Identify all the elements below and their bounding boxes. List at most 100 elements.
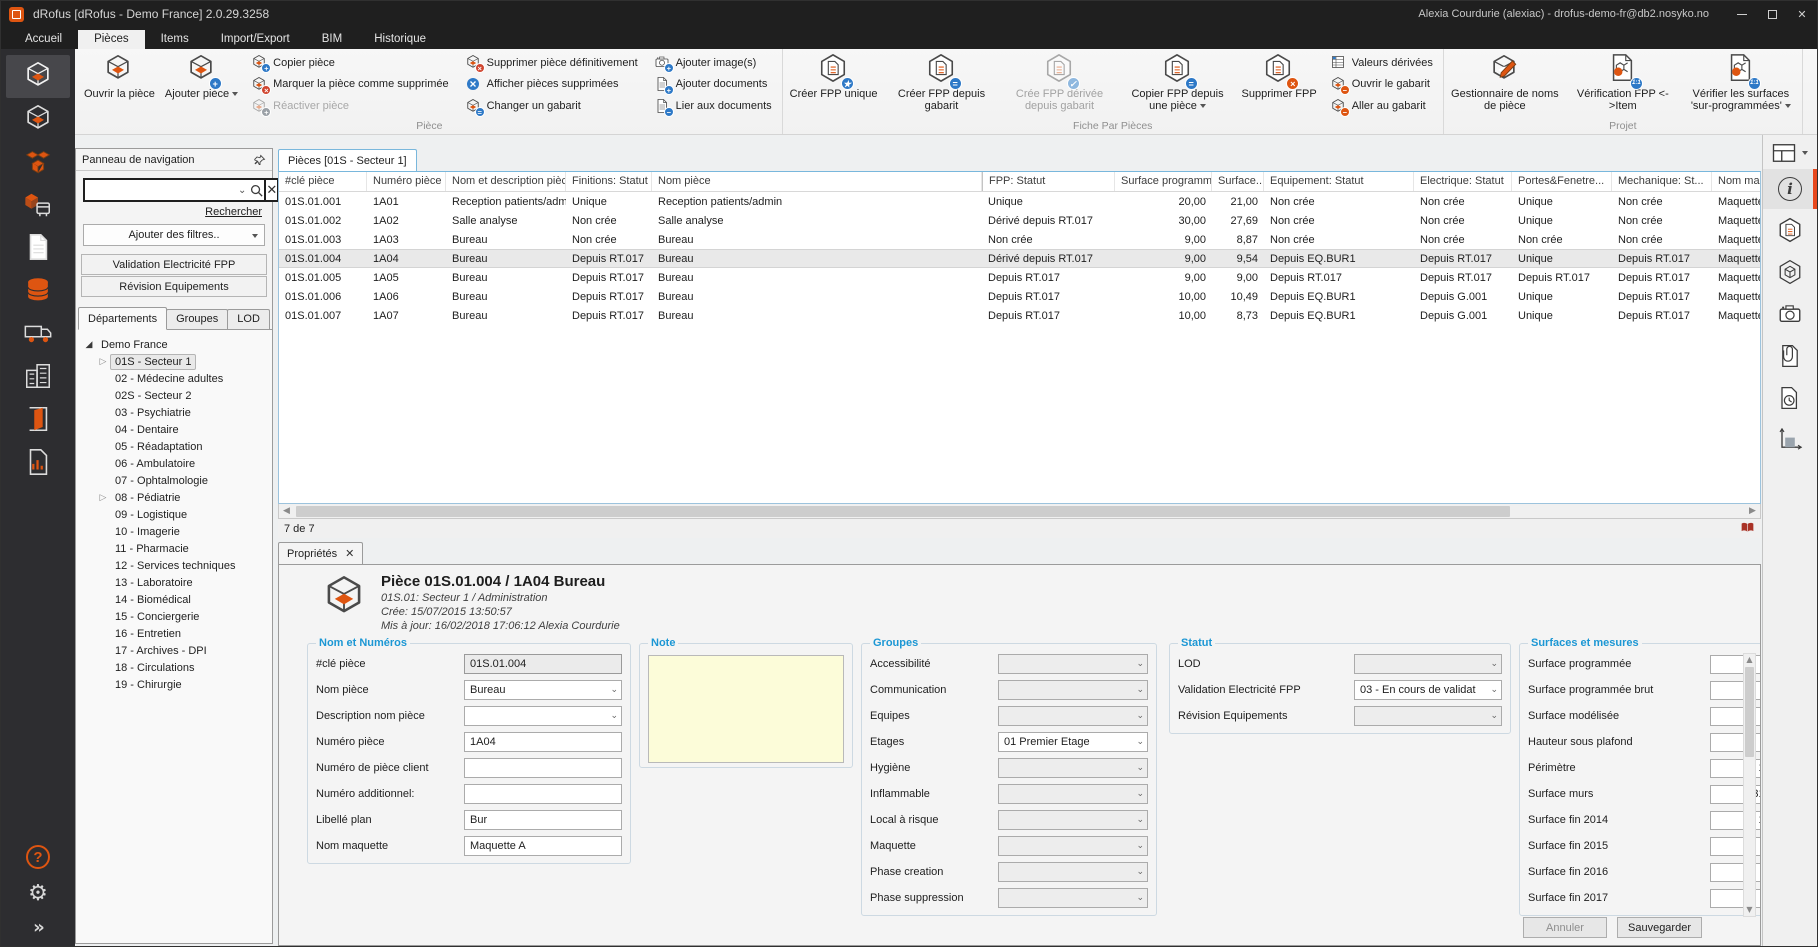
right-panel-attachments[interactable] [1763,337,1817,377]
tree-item-13-laboratoire[interactable]: 13 - Laboratoire [82,574,272,591]
column-header-cl-pi-ce[interactable]: #clé pièce [279,172,367,191]
tree-item-03-psychiatrie[interactable]: 03 - Psychiatrie [82,404,272,421]
tree-item-05-r-adaptation[interactable]: 05 - Réadaptation [82,438,272,455]
tree-item-01s-secteur-1[interactable]: ▷01S - Secteur 1 [82,353,272,370]
search-box[interactable]: ⌄ [83,178,266,202]
tree-item-07-ophtalmologie[interactable]: 07 - Ophtalmologie [82,472,272,489]
search-icon[interactable] [249,183,264,198]
table-row[interactable]: 01S.01.0061A06BureauDepuis RT.017BureauD… [279,287,1760,306]
table-row[interactable]: 01S.01.0021A02Salle analyseNon créeSalle… [279,211,1760,230]
pin-icon[interactable] [254,154,266,166]
supprimer-fpp-button[interactable]: ×Supprimer FPP [1237,50,1322,119]
column-header-num-ro-pi-ce[interactable]: Numéro pièce [367,172,446,191]
tree-item-09-logistique[interactable]: 09 - Logistique [82,506,272,523]
field-combobox[interactable]: 03 - En cours de validat⌄ [1354,680,1502,700]
sidebar-item-rooms[interactable] [6,55,70,98]
close-properties-icon[interactable]: ✕ [345,547,354,560]
sidebar-item-documents[interactable] [6,227,70,270]
tree-item-12-services-techniques[interactable]: 12 - Services techniques [82,557,272,574]
menu-pi-ces[interactable]: Pièces [78,30,145,49]
nav-tab-groupes[interactable]: Groupes [166,309,228,329]
field-combobox[interactable]: ⌄ [998,888,1148,908]
table-row[interactable]: 01S.01.0071A07BureauDepuis RT.017BureauD… [279,306,1760,325]
field-input[interactable] [464,758,622,778]
panel-layout-button[interactable] [1772,139,1808,167]
right-panel-measures[interactable] [1763,421,1817,461]
column-header-portes-fenetre[interactable]: Portes&Fenetre... [1512,172,1612,191]
menu-bim[interactable]: BIM [306,30,358,49]
field-combobox[interactable]: ⌄ [1354,654,1502,674]
tree-item-16-entretien[interactable]: 16 - Entretien [82,625,272,642]
column-header-mechanique-st[interactable]: Mechanique: St... [1612,172,1712,191]
table-row[interactable]: 01S.01.0051A05BureauDepuis RT.017BureauD… [279,268,1760,287]
column-header-finitions-statut[interactable]: Finitions: Statut [566,172,652,191]
valeurs-d-riv-es-button[interactable]: Valeurs dérivées [1325,53,1438,73]
scrollbar-thumb[interactable] [1745,667,1754,757]
table-row[interactable]: 01S.01.0031A03BureauNon créeBureauNon cr… [279,230,1760,249]
table-horizontal-scrollbar[interactable]: ◀ ▶ [278,504,1761,519]
cr-e-fpp-d-riv-e-depuis-gabarit-button[interactable]: ✓Crée FPP dérivée depuis gabarit [1001,50,1119,119]
tree-item-02-m-decine-adultes[interactable]: 02 - Médecine adultes [82,370,272,387]
ajouter-documents-button[interactable]: +Ajouter documents [649,74,777,94]
maximize-button[interactable] [1757,2,1787,26]
copier-fpp-depuis-une-pi-ce-button[interactable]: =Copier FPP depuis une pièce [1119,50,1237,119]
sidebar-item-doors[interactable] [6,399,70,442]
ouvrir-la-pi-ce-button[interactable]: Ouvrir la pièce [79,50,160,119]
search-input[interactable] [85,181,235,199]
r-activer-pi-ce-button[interactable]: +Réactiver pièce [246,96,453,116]
column-header-surface-programm-e[interactable]: Surface programmée [1115,172,1212,191]
field-combobox[interactable]: ⌄ [464,706,622,726]
close-button[interactable]: ✕ [1787,2,1817,26]
tree-item-15-conciergerie[interactable]: 15 - Conciergerie [82,608,272,625]
tree-item-14-biom-dical[interactable]: 14 - Biomédical [82,591,272,608]
sidebar-item-room-templates[interactable] [6,98,70,141]
tree-root[interactable]: ◢Demo France [82,336,272,353]
field-combobox[interactable]: ⌄ [998,758,1148,778]
sidebar-item-equipment[interactable] [6,184,70,227]
expand-chevrons-icon[interactable]: » [33,917,43,938]
properties-scrollbar[interactable]: ▲ ▼ [1743,653,1756,917]
changer-un-gabarit-button[interactable]: =Changer un gabarit [460,96,643,116]
field-input[interactable]: 1A04 [464,732,622,752]
field-combobox[interactable]: 01 Premier Etage⌄ [998,732,1148,752]
sidebar-item-database[interactable] [6,270,70,313]
scroll-down-icon[interactable]: ▼ [1746,904,1752,916]
field-input[interactable] [464,784,622,804]
field-combobox[interactable]: ⌄ [998,836,1148,856]
field-combobox[interactable]: ⌄ [998,706,1148,726]
tab-proprietes[interactable]: Propriétés ✕ [278,542,363,564]
field-input[interactable]: Maquette A [464,836,622,856]
tree-item-08-p-diatrie[interactable]: ▷08 - Pédiatrie [82,489,272,506]
field-combobox[interactable]: Bureau⌄ [464,680,622,700]
cr-er-fpp-depuis-gabarit-button[interactable]: =Créer FPP depuis gabarit [883,50,1001,119]
nav-tab-d-partements[interactable]: Départements [78,307,167,330]
scroll-right-icon[interactable]: ▶ [1745,506,1760,516]
aller-au-gabarit-button[interactable]: −Aller au gabarit [1325,96,1438,116]
v-rifier-les-surfaces-sur-programm-es-button[interactable]: 1:1Vérifier les surfaces 'sur-programmée… [1682,50,1800,119]
gestionnaire-de-noms-de-pi-ce-button[interactable]: Gestionnaire de noms de pièce [1446,50,1564,119]
scroll-left-icon[interactable]: ◀ [279,506,294,516]
sidebar-item-buildings[interactable] [6,356,70,399]
tree-item-02s-secteur-2[interactable]: 02S - Secteur 2 [82,387,272,404]
column-header-electrique-statut[interactable]: Electrique: Statut [1414,172,1512,191]
column-header-surface[interactable]: Surface... [1212,172,1264,191]
minimize-button[interactable] [1727,2,1757,26]
tree-item-11-pharmacie[interactable]: 11 - Pharmacie [82,540,272,557]
field-combobox[interactable]: ⌄ [998,810,1148,830]
tree-item-19-chirurgie[interactable]: 19 - Chirurgie [82,676,272,693]
column-header-nom-maq[interactable]: Nom maq... [1712,172,1761,191]
note-textarea[interactable] [648,655,844,763]
expanded-arrow-icon[interactable]: ◢ [82,340,96,350]
nav-tab-lod[interactable]: LOD [227,309,270,329]
tree-item-18-circulations[interactable]: 18 - Circulations [82,659,272,676]
save-button[interactable]: Sauvegarder [1617,917,1702,938]
menu-import-export[interactable]: Import/Export [205,30,306,49]
log-book-icon[interactable] [1740,521,1755,537]
field-input[interactable]: Bur [464,810,622,830]
cancel-button[interactable]: Annuler [1523,917,1607,938]
copier-pi-ce-button[interactable]: +Copier pièce [246,53,453,73]
quick-filter-validation-electricite[interactable]: Validation Electricité FPP [81,254,267,275]
afficher-pi-ces-supprim-es-button[interactable]: Afficher pièces supprimées [460,74,643,94]
v-rification-fpp-item-button[interactable]: 1:1Vérification FPP <->Item [1564,50,1682,119]
field-combobox[interactable]: ⌄ [998,862,1148,882]
